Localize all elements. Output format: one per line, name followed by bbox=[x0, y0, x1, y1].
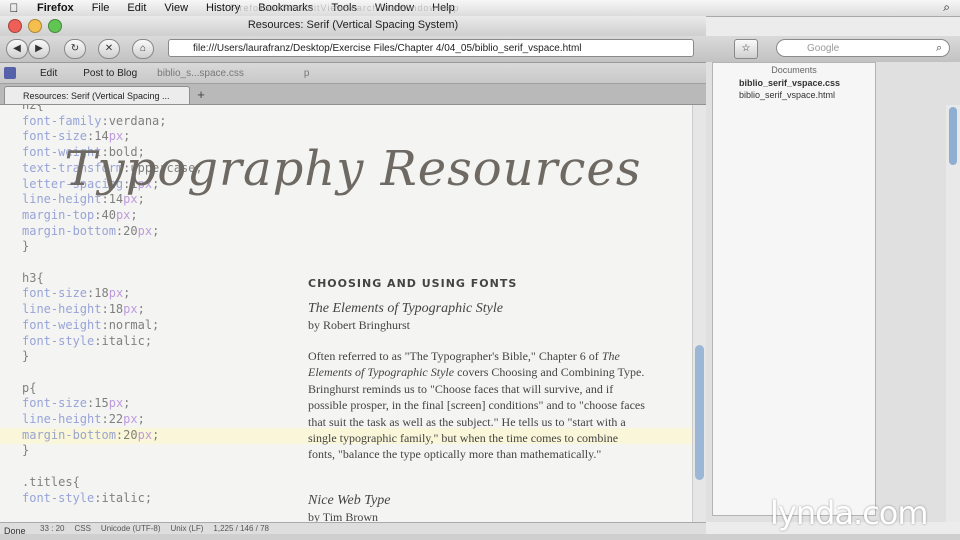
code-line: font-size:15px; bbox=[22, 396, 131, 411]
paragraph-text: Often referred to as "The Typographer's … bbox=[308, 349, 602, 363]
book-title: The Elements of Typographic Style bbox=[308, 301, 503, 316]
forward-button[interactable]: ▶ bbox=[28, 39, 50, 59]
documents-panel: Documents biblio_serif_vspace.css biblio… bbox=[712, 62, 876, 516]
ghost-menu-text: FirefoxandFileEditViewSearchTextWindowHe… bbox=[230, 3, 460, 13]
edit-bookmark[interactable]: Edit bbox=[40, 68, 57, 79]
search-field[interactable]: Google bbox=[776, 39, 950, 57]
code-line: } bbox=[22, 349, 30, 364]
menu-file[interactable]: File bbox=[83, 2, 119, 14]
scroll-thumb[interactable] bbox=[695, 345, 704, 480]
code-line: } bbox=[22, 443, 30, 458]
tab-resources[interactable]: Resources: Serif (Vertical Spacing ... bbox=[4, 86, 190, 104]
navigation-toolbar: ◀ ▶ ↻ ✕ ⌂ file:///Users/laurafranz/Deskt… bbox=[0, 36, 960, 63]
search-icon[interactable]: ⌕ bbox=[936, 42, 942, 55]
document-stats: 1,225 / 146 / 78 bbox=[213, 524, 269, 533]
lynda-watermark: lynda.com bbox=[770, 494, 929, 532]
page-title: Typography Resources bbox=[64, 141, 642, 197]
selector-popup[interactable]: p bbox=[304, 68, 310, 79]
encoding-selector[interactable]: Unicode (UTF-8) bbox=[101, 524, 161, 533]
paragraph-text-cont: covers Choosing and Combining Type. Brin… bbox=[308, 365, 645, 462]
code-line: h2{ bbox=[22, 105, 44, 112]
document-item[interactable]: biblio_serif_vspace.html bbox=[713, 89, 875, 101]
cursor-position: 33 : 20 bbox=[40, 524, 65, 533]
url-field[interactable]: file:///Users/laurafranz/Desktop/Exercis… bbox=[168, 39, 694, 57]
code-line: font-size:18px; bbox=[22, 286, 131, 301]
back-button[interactable]: ◀ bbox=[6, 39, 28, 59]
bookmarks-toolbar: Edit Post to Blog biblio_s...space.css p bbox=[0, 63, 706, 84]
menu-edit[interactable]: Edit bbox=[118, 2, 155, 14]
spotlight-icon[interactable]: ⌕ bbox=[943, 0, 950, 15]
code-line: margin-bottom:20px; bbox=[22, 427, 160, 442]
code-line: } bbox=[22, 239, 30, 254]
language-selector[interactable]: CSS bbox=[74, 524, 90, 533]
new-tab-button[interactable]: + bbox=[192, 86, 210, 104]
code-line: font-style:italic; bbox=[22, 333, 153, 348]
book-title-2: Nice Web Type bbox=[308, 493, 391, 508]
code-line: p{ bbox=[22, 380, 37, 395]
code-line: margin-bottom:20px; bbox=[22, 223, 160, 238]
menu-view[interactable]: View bbox=[155, 2, 197, 14]
code-line: font-family:verdana; bbox=[22, 113, 167, 128]
book-author: by Robert Bringhurst bbox=[308, 318, 410, 332]
line-ending-selector[interactable]: Unix (LF) bbox=[171, 524, 204, 533]
css-doc-tab[interactable]: biblio_s...space.css bbox=[157, 68, 244, 79]
code-line: font-style:italic; bbox=[22, 490, 153, 505]
code-line: margin-top:40px; bbox=[22, 207, 138, 222]
stop-button[interactable]: ✕ bbox=[98, 39, 120, 59]
edit-bookmark-icon[interactable] bbox=[4, 67, 16, 79]
reload-button[interactable]: ↻ bbox=[64, 39, 86, 59]
page-content: h2{font-family:verdana; font-size:14px; fo… bbox=[0, 105, 706, 522]
menu-bar:  Firefox File Edit View History Bookmar… bbox=[0, 0, 960, 17]
code-line: line-height:22px; bbox=[22, 412, 145, 427]
post-to-blog-bookmark[interactable]: Post to Blog bbox=[83, 68, 137, 79]
title-bar: Resources: Serif (Vertical Spacing Syste… bbox=[0, 16, 706, 36]
editor-status-bar: 33 : 20 CSS Unicode (UTF-8) Unix (LF) 1,… bbox=[0, 522, 706, 534]
code-line: line-height:18px; bbox=[22, 302, 145, 317]
window-title: Resources: Serif (Vertical Spacing Syste… bbox=[247, 19, 459, 31]
paragraph: Often referred to as "The Typographer's … bbox=[308, 348, 648, 463]
section-heading: CHOOSING AND USING FONTS bbox=[308, 277, 518, 290]
document-item[interactable]: biblio_serif_vspace.css bbox=[713, 77, 875, 89]
menu-app[interactable]: Firefox bbox=[28, 2, 83, 14]
code-line: font-weight:normal; bbox=[22, 317, 160, 332]
content-scrollbar[interactable] bbox=[692, 105, 707, 522]
sidebar-scroll-thumb[interactable] bbox=[949, 107, 957, 165]
window-bottom-edge bbox=[0, 534, 960, 540]
book-author-2: by Tim Brown bbox=[308, 510, 379, 522]
home-button[interactable]: ⌂ bbox=[132, 39, 154, 59]
bookmark-star-icon[interactable]: ☆ bbox=[734, 39, 758, 59]
sidebar-scrollbar[interactable] bbox=[946, 105, 960, 522]
apple-icon[interactable]:  bbox=[0, 1, 28, 15]
code-line: h3{ bbox=[22, 270, 44, 285]
code-line: .titles{ bbox=[22, 474, 80, 489]
documents-header: Documents bbox=[771, 65, 817, 75]
